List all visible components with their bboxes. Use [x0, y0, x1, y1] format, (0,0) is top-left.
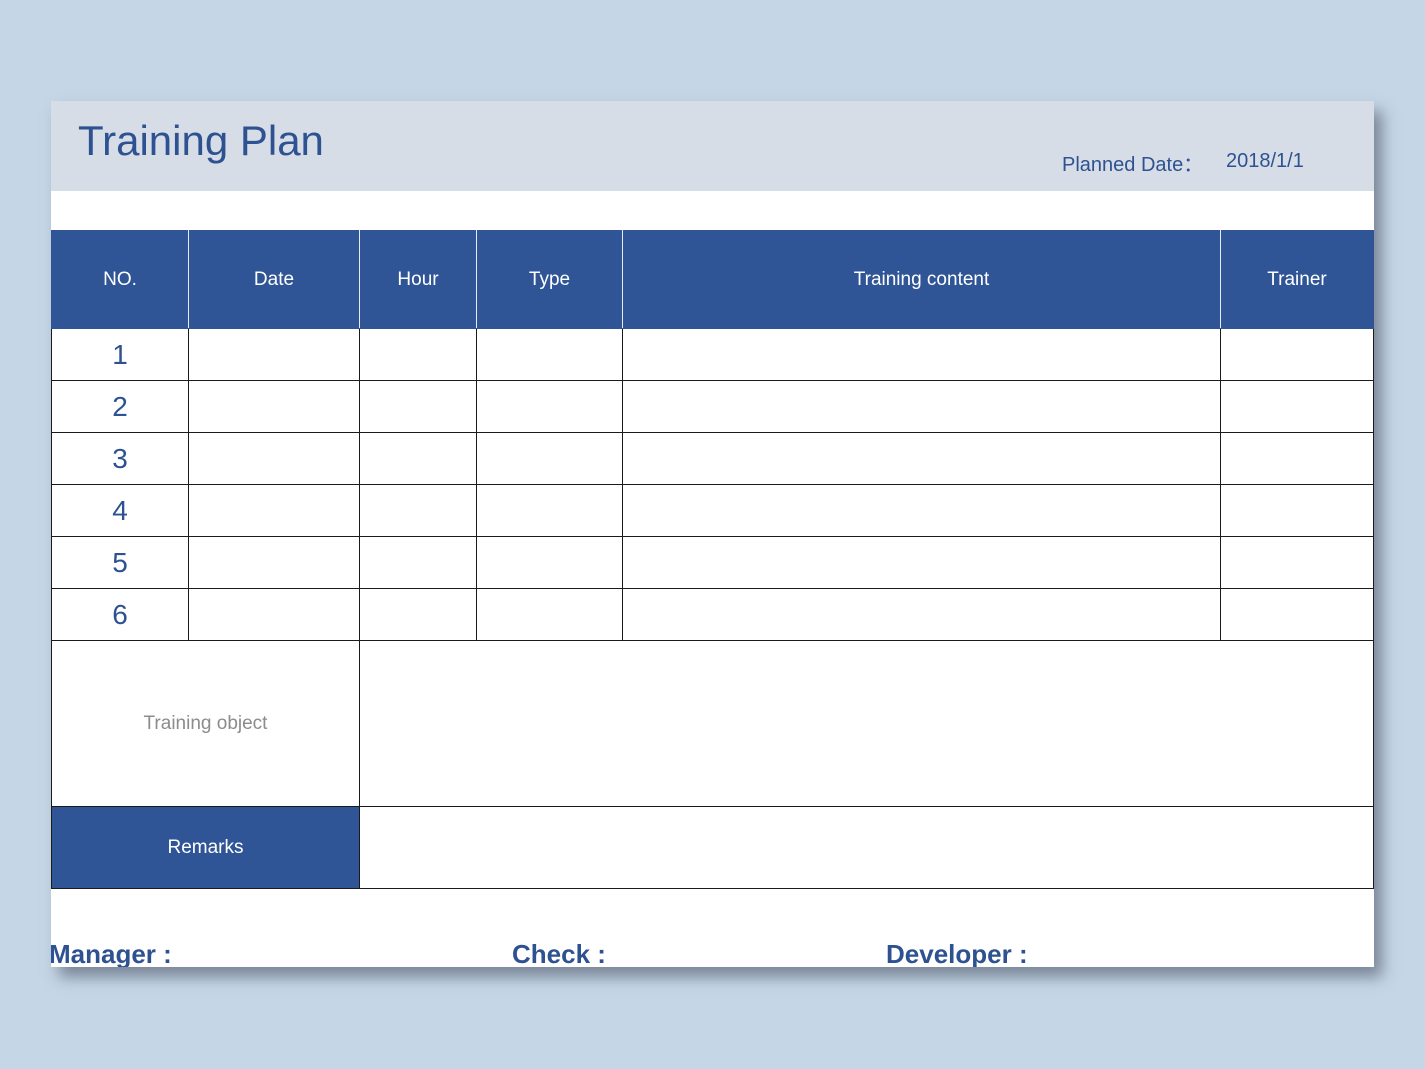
- type-cell[interactable]: [476, 432, 623, 485]
- type-cell[interactable]: [476, 380, 623, 433]
- table-row: 2: [51, 380, 1374, 433]
- training-content-cell[interactable]: [622, 380, 1221, 433]
- training-plan-sheet: Training Plan Planned Date： 2018/1/1 NO.…: [51, 101, 1374, 967]
- row-number: 1: [51, 328, 189, 381]
- date-cell[interactable]: [188, 328, 360, 381]
- hour-cell[interactable]: [359, 484, 477, 537]
- trainer-cell[interactable]: [1220, 328, 1374, 381]
- date-cell[interactable]: [188, 432, 360, 485]
- developer-signature-label: Developer :: [886, 939, 1028, 967]
- manager-signature-label: Manager :: [51, 939, 172, 967]
- trainer-cell[interactable]: [1220, 588, 1374, 641]
- planned-date-value[interactable]: 2018/1/1: [1226, 150, 1304, 173]
- hour-cell[interactable]: [359, 328, 477, 381]
- training-content-cell[interactable]: [622, 536, 1221, 589]
- table-row: 3: [51, 432, 1374, 485]
- training-object-row: Training object: [51, 640, 1374, 807]
- trainer-cell[interactable]: [1220, 432, 1374, 485]
- column-header-date: Date: [188, 230, 360, 329]
- training-content-cell[interactable]: [622, 588, 1221, 641]
- column-header-no: NO.: [51, 230, 189, 329]
- hour-cell[interactable]: [359, 536, 477, 589]
- remarks-field[interactable]: [359, 806, 1374, 889]
- type-cell[interactable]: [476, 536, 623, 589]
- date-cell[interactable]: [188, 484, 360, 537]
- table-row: 4: [51, 484, 1374, 537]
- training-content-cell[interactable]: [622, 432, 1221, 485]
- row-number: 3: [51, 432, 189, 485]
- training-plan-table: NO. Date Hour Type Training content Trai…: [51, 230, 1374, 889]
- trainer-cell[interactable]: [1220, 536, 1374, 589]
- type-cell[interactable]: [476, 328, 623, 381]
- type-cell[interactable]: [476, 588, 623, 641]
- training-object-field[interactable]: [359, 640, 1374, 807]
- training-object-label: Training object: [51, 640, 360, 807]
- table-row: 5: [51, 536, 1374, 589]
- column-header-hour: Hour: [359, 230, 477, 329]
- planned-date-label: Planned Date：: [1062, 154, 1204, 176]
- remarks-label: Remarks: [51, 806, 360, 889]
- table-row: 1: [51, 328, 1374, 381]
- date-cell[interactable]: [188, 536, 360, 589]
- hour-cell[interactable]: [359, 432, 477, 485]
- training-content-cell[interactable]: [622, 484, 1221, 537]
- hour-cell[interactable]: [359, 380, 477, 433]
- hour-cell[interactable]: [359, 588, 477, 641]
- row-number: 2: [51, 380, 189, 433]
- row-number: 6: [51, 588, 189, 641]
- remarks-row: Remarks: [51, 806, 1374, 889]
- trainer-cell[interactable]: [1220, 380, 1374, 433]
- trainer-cell[interactable]: [1220, 484, 1374, 537]
- page-title: Training Plan: [78, 117, 324, 164]
- table-row: 6: [51, 588, 1374, 641]
- column-header-training-content: Training content: [622, 230, 1221, 329]
- row-number: 5: [51, 536, 189, 589]
- date-cell[interactable]: [188, 588, 360, 641]
- date-cell[interactable]: [188, 380, 360, 433]
- column-header-type: Type: [476, 230, 623, 329]
- column-header-trainer: Trainer: [1220, 230, 1374, 329]
- type-cell[interactable]: [476, 484, 623, 537]
- training-content-cell[interactable]: [622, 328, 1221, 381]
- check-signature-label: Check :: [512, 939, 606, 967]
- table-header-row: NO. Date Hour Type Training content Trai…: [51, 230, 1374, 329]
- row-number: 4: [51, 484, 189, 537]
